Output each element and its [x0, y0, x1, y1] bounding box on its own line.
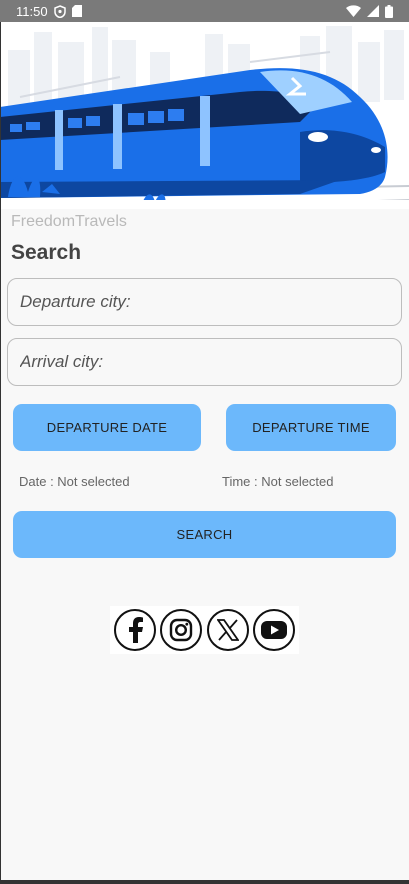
arrival-city-input[interactable] — [20, 352, 401, 372]
sd-card-icon — [71, 5, 82, 17]
status-bar: 11:50 — [0, 0, 409, 22]
shield-icon — [53, 4, 66, 18]
departure-date-button[interactable]: DEPARTURE DATE — [13, 404, 201, 451]
social-links — [110, 606, 299, 654]
screen-edge — [0, 22, 1, 884]
brand-name: FreedomTravels — [11, 213, 127, 230]
battery-icon — [385, 4, 393, 18]
time-status-text: Time : Not selected — [222, 474, 334, 489]
departure-city-field[interactable] — [7, 278, 402, 326]
youtube-icon[interactable] — [252, 609, 295, 651]
page-title: Search — [11, 241, 82, 264]
search-button[interactable]: SEARCH — [13, 511, 396, 558]
x-icon[interactable] — [206, 609, 249, 651]
instagram-icon[interactable] — [160, 609, 203, 651]
status-time: 11:50 — [16, 3, 48, 19]
facebook-icon[interactable] — [114, 609, 157, 651]
signal-icon — [367, 5, 379, 17]
arrival-city-field[interactable] — [7, 338, 402, 386]
hero-train-illustration — [0, 22, 409, 209]
departure-time-button[interactable]: DEPARTURE TIME — [226, 404, 396, 451]
departure-city-input[interactable] — [20, 292, 401, 312]
date-status-text: Date : Not selected — [19, 474, 130, 489]
wifi-icon — [346, 5, 361, 17]
navigation-bar — [0, 880, 409, 884]
